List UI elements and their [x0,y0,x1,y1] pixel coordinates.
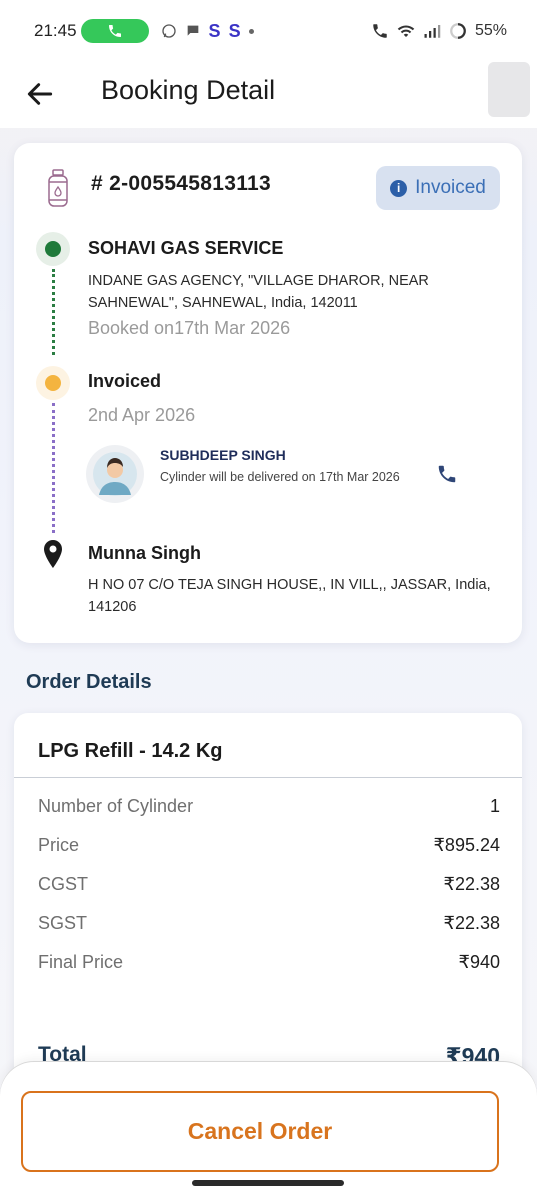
detail-label: CGST [38,874,89,894]
delivery-person-avatar [86,445,144,503]
delivery-message: Cylinder will be delivered on 17th Mar 2… [160,470,400,484]
app-s-icon: S [228,20,241,41]
ongoing-call-chip[interactable] [80,19,149,43]
detail-value: ₹895.24 [433,835,500,855]
customer-address: H NO 07 C/O TEJA SINGH HOUSE,, IN VILL,,… [88,577,491,615]
detail-row-cylinders: Number of Cylinder 1 [38,796,500,817]
order-details-heading: Order Details [26,671,152,693]
person-avatar-icon [93,452,137,496]
detail-label: Number of Cylinder [38,796,194,816]
chat-bubble-icon [187,25,198,36]
gas-cylinder-icon [48,169,68,207]
signal-icon [424,25,441,38]
app-s-icon: S [208,20,221,41]
phone-icon[interactable] [436,463,458,485]
header-action-placeholder[interactable] [488,62,530,117]
status-time: 21:45 [34,21,77,40]
timeline-line-gradient [52,403,55,533]
more-notifications-dot [248,28,254,34]
detail-label: Price [38,835,80,855]
timeline-line-green [52,269,55,355]
detail-value: ₹22.38 [443,874,501,894]
detail-value: ₹22.38 [443,913,501,933]
detail-value: 1 [489,796,500,816]
invoiced-status: Invoiced [88,371,162,391]
detail-label: SGST [38,913,88,933]
detail-label: Final Price [38,952,124,972]
detail-row-price: Price ₹895.24 [38,835,500,856]
product-title: LPG Refill - 14.2 Kg [38,740,223,762]
timeline-dot-booked [36,232,70,266]
booked-date: Booked on17th Mar 2026 [88,318,291,338]
customer-name: Munna Singh [88,543,201,563]
detail-row-final-price: Final Price ₹940 [38,952,500,973]
whatsapp-icon [161,24,176,38]
status-badge-label: Invoiced [415,177,486,198]
cancel-order-button[interactable]: Cancel Order [21,1091,499,1172]
detail-row-sgst: SGST ₹22.38 [38,913,500,934]
home-indicator[interactable] [192,1180,344,1186]
divider [14,777,522,778]
agency-address: INDANE GAS AGENCY, "VILLAGE DHAROR, NEAR… [88,273,429,311]
invoiced-date: 2nd Apr 2026 [88,405,196,425]
bottom-action-sheet: Cancel Order [0,1062,537,1200]
delivery-person-name: SUBHDEEP SINGH [160,447,286,463]
back-arrow-icon[interactable] [24,78,56,110]
timeline-dot-invoiced [36,366,70,400]
location-pin-icon [44,540,62,568]
page-title: Booking Detail [101,75,276,105]
status-bar: 21:45 S S 55% [0,0,537,62]
system-icons: 55% [371,22,507,40]
info-icon: i [390,179,408,197]
booking-card: # 2-005545813113 i Invoiced SOHAVI GAS S… [14,143,522,643]
order-number: # 2-005545813113 [91,172,271,195]
notification-icons: S S [161,21,254,42]
phone-wifi-call-icon [108,25,121,37]
status-badge: i Invoiced [376,166,500,210]
wifi-icon [397,25,415,37]
wifi-call-icon [373,24,387,38]
app-bar: Booking Detail [0,62,537,128]
detail-row-cgst: CGST ₹22.38 [38,874,500,895]
battery-percent: 55% [474,22,507,39]
agency-name: SOHAVI GAS SERVICE [88,238,284,258]
detail-value: ₹940 [458,952,500,972]
battery-icon [450,23,466,39]
